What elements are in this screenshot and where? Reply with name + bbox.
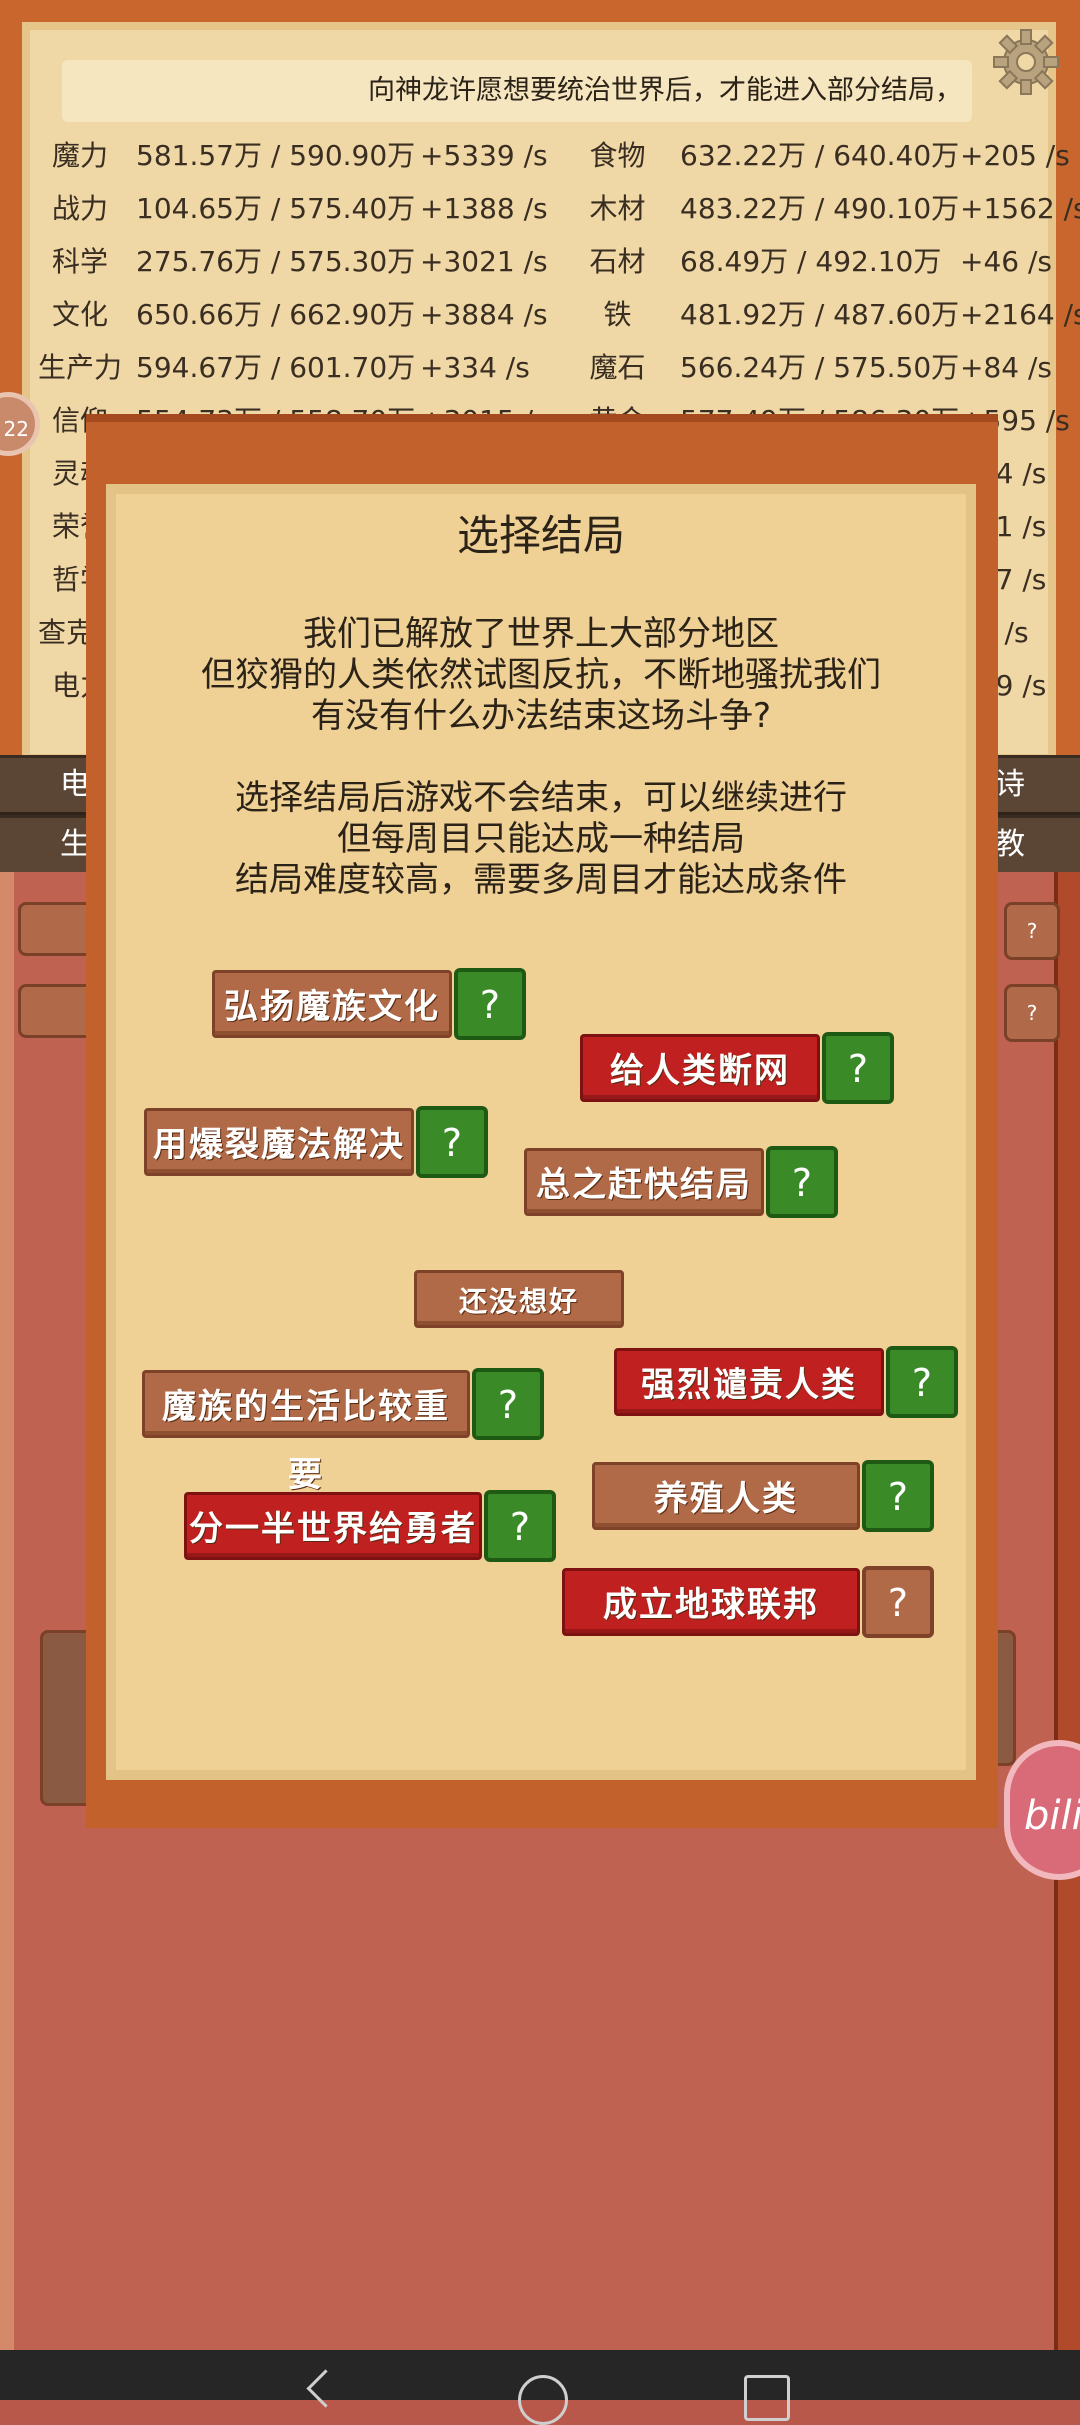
tab-label[interactable]: 诗 <box>995 758 1025 812</box>
dialog-text-line: 选择结局后游戏不会结束，可以继续进行 <box>235 778 847 818</box>
resource-value: 632.22万 / 640.40万 <box>680 139 960 172</box>
resource-value: 594.67万 / 601.70万 <box>136 351 416 384</box>
resource-name: 战力 <box>51 192 108 225</box>
resource-rate: +84 /s <box>960 351 1053 384</box>
resource-row: 魔力 581.57万 / 590.90万 +5339 /s 食物 632.22万… <box>0 130 1080 182</box>
ending-help-button[interactable]: ? <box>454 968 526 1040</box>
dialog-title: 选择结局 <box>456 511 625 560</box>
ending-button-farm-humans[interactable]: 养殖人类 <box>592 1462 860 1530</box>
ending-help-button[interactable]: ? <box>472 1368 544 1440</box>
ending-help-button[interactable]: ? <box>766 1146 838 1218</box>
resource-name: 文化 <box>51 298 108 331</box>
ending-button-condemn-humans[interactable]: 强烈谴责人类 <box>614 1348 884 1416</box>
background-help-button[interactable]: ? <box>1004 984 1060 1042</box>
background-help-button[interactable]: ? <box>1004 902 1060 960</box>
resource-name: 魔力 <box>51 139 108 172</box>
resource-rate: +2164 /s <box>960 298 1080 331</box>
ending-button-not-decided[interactable]: 还没想好 <box>414 1270 624 1328</box>
resource-value: 275.76万 / 575.30万 <box>136 245 416 278</box>
resource-row: 科学 275.76万 / 575.30万 +3021 /s 石材 68.49万 … <box>0 236 1080 288</box>
resource-value: 104.65万 / 575.40万 <box>136 192 416 225</box>
resource-name: 铁 <box>603 298 632 331</box>
resource-value: 566.24万 / 575.50万 <box>680 351 960 384</box>
notice-ticker: 向神龙许愿想要统治世界后，才能进入部分结局， <box>62 60 972 122</box>
resource-rate: +46 /s <box>960 245 1053 278</box>
ending-help-button[interactable]: ? <box>886 1346 958 1418</box>
ending-button-share-world[interactable]: 分一半世界给勇者 <box>184 1492 482 1560</box>
resource-rate: +205 /s <box>960 139 1070 172</box>
resource-name: 石材 <box>589 245 646 278</box>
ending-button-earth-federation[interactable]: 成立地球联邦 <box>562 1568 860 1636</box>
resource-value: 650.66万 / 662.90万 <box>136 298 416 331</box>
ending-help-button[interactable]: ? <box>416 1106 488 1178</box>
ending-help-button[interactable]: ? <box>822 1032 894 1104</box>
resource-rate: +5339 /s <box>420 139 548 172</box>
ending-button-promote-culture[interactable]: 弘扬魔族文化 <box>212 970 452 1038</box>
resource-rate: +334 /s <box>420 351 530 384</box>
ending-button-cut-internet[interactable]: 给人类断网 <box>580 1034 820 1102</box>
resource-value: 483.22万 / 490.10万 <box>680 192 960 225</box>
dialog-text-line: 有没有什么办法结束这场斗争? <box>310 696 772 736</box>
right-scrollbar[interactable] <box>1054 872 1080 2372</box>
resource-name: 魔石 <box>589 351 646 384</box>
resource-rate: +1388 /s <box>420 192 548 225</box>
nav-home-icon[interactable] <box>518 2375 568 2425</box>
settings-gear-icon[interactable] <box>990 26 1062 98</box>
resource-rate: +3021 /s <box>420 245 548 278</box>
nav-recents-icon[interactable] <box>744 2375 790 2421</box>
dialog-text-line: 但狡猾的人类依然试图反抗，不断地骚扰我们 <box>201 655 881 695</box>
ending-button-explosion-magic[interactable]: 用爆裂魔法解决 <box>144 1108 414 1176</box>
ending-button-demon-life[interactable]: 魔族的生活比较重要 <box>142 1370 470 1495</box>
ending-help-button[interactable]: ? <box>484 1490 556 1562</box>
resource-name: 木材 <box>589 192 646 225</box>
dialog-text-line: 我们已解放了世界上大部分地区 <box>303 614 779 654</box>
resource-value: 68.49万 / 492.10万 <box>680 245 942 278</box>
resource-rate: +1562 /s <box>960 192 1080 225</box>
bilibili-float-button[interactable]: bili <box>1004 1740 1080 1880</box>
resource-name: 食物 <box>589 139 646 172</box>
dialog-text-line: 但每周目只能达成一种结局 <box>337 819 745 859</box>
resource-row: 战力 104.65万 / 575.40万 +1388 /s 木材 483.22万… <box>0 183 1080 235</box>
resource-value: 481.92万 / 487.60万 <box>680 298 960 331</box>
left-edge <box>0 872 14 2372</box>
resource-row: 文化 650.66万 / 662.90万 +3884 /s 铁 481.92万 … <box>0 289 1080 341</box>
resource-name: 生产力 <box>37 351 122 384</box>
ending-help-button[interactable]: ? <box>862 1566 934 1638</box>
dialog-text-line: 结局难度较高，需要多周目才能达成条件 <box>235 860 847 900</box>
ending-help-button[interactable]: ? <box>862 1460 934 1532</box>
resource-name: 科学 <box>51 245 108 278</box>
resource-rate: +3884 /s <box>420 298 548 331</box>
resource-value: 581.57万 / 590.90万 <box>136 139 416 172</box>
resource-row: 生产力 594.67万 / 601.70万 +334 /s 魔石 566.24万… <box>0 342 1080 394</box>
ending-button-quick-ending[interactable]: 总之赶快结局 <box>524 1148 764 1216</box>
tab-label[interactable]: 教 <box>995 818 1025 872</box>
